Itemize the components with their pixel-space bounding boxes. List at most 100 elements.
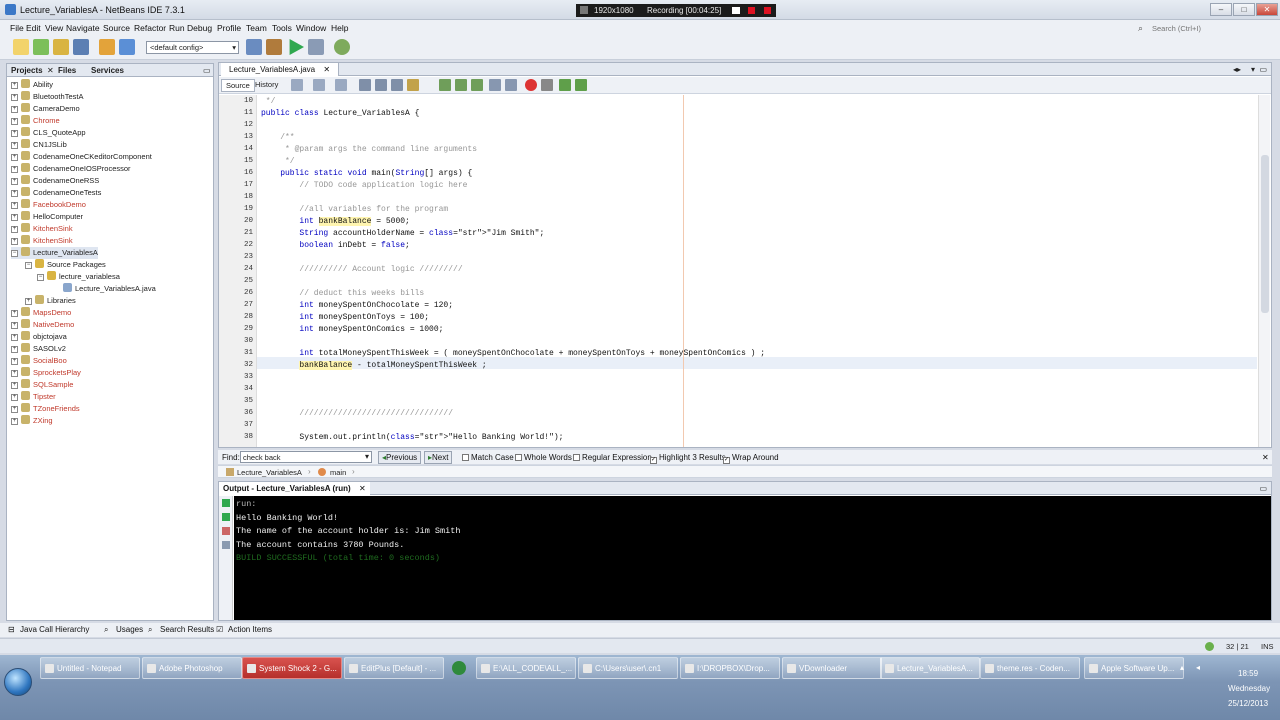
close-icon[interactable]: ✕	[359, 484, 366, 493]
toggle-bookmark-icon[interactable]	[439, 79, 451, 91]
taskbar-task[interactable]: Lecture_VariablesA...	[880, 657, 980, 679]
project-tree-item[interactable]: + CodenameOneRSS	[11, 175, 99, 187]
taskbar-task[interactable]: theme.res - Coden...	[980, 657, 1080, 679]
new-file-icon[interactable]	[13, 39, 29, 55]
record-stop-icon[interactable]	[748, 7, 755, 14]
menu-window[interactable]: Window	[296, 23, 326, 33]
find-previous-button[interactable]: ◂Previous	[378, 451, 422, 464]
menu-team[interactable]: Team	[246, 23, 267, 33]
chevron-down-icon[interactable]: ▾	[365, 452, 369, 461]
project-tree-item[interactable]: − Source Packages	[25, 259, 106, 271]
undo-icon[interactable]	[99, 39, 115, 55]
wrap-checkbox[interactable]: ✓	[723, 457, 730, 464]
uncomment-icon[interactable]	[575, 79, 587, 91]
expand-toggle-icon[interactable]: +	[11, 214, 18, 221]
expand-toggle-icon[interactable]: +	[11, 94, 18, 101]
wrap-option[interactable]: ✓ Wrap Around	[723, 453, 779, 464]
redo-icon[interactable]	[119, 39, 135, 55]
breadcrumb-class[interactable]: Lecture_VariablesA	[237, 468, 302, 477]
expand-toggle-icon[interactable]: +	[11, 334, 18, 341]
shift-left-icon[interactable]	[489, 79, 501, 91]
menu-refactor[interactable]: Refactor	[134, 23, 166, 33]
editor-scrollbar[interactable]	[1258, 95, 1270, 447]
profile-icon[interactable]	[334, 39, 350, 55]
project-tree-item[interactable]: + Ability	[11, 79, 53, 91]
expand-toggle-icon[interactable]: +	[11, 418, 18, 425]
minimize-panel-icon[interactable]: ▭	[203, 66, 211, 75]
taskbar-task[interactable]: Adobe Photoshop	[142, 657, 242, 679]
project-tree-item[interactable]: − lecture_variablesa	[37, 271, 120, 283]
expand-toggle-icon[interactable]: +	[11, 190, 18, 197]
expand-toggle-icon[interactable]: +	[11, 322, 18, 329]
project-tree-item[interactable]: + Libraries	[25, 295, 76, 307]
regex-option[interactable]: Regular Expression	[573, 453, 652, 462]
volume-icon[interactable]: ◂	[1196, 663, 1200, 672]
camera-icon[interactable]	[732, 7, 740, 14]
back-icon[interactable]	[313, 79, 325, 91]
find-icon[interactable]	[359, 79, 371, 91]
tab-nav-icon[interactable]: ◂▸	[1233, 65, 1241, 74]
match-case-checkbox[interactable]	[462, 454, 469, 461]
tray-expand-icon[interactable]: ▴	[1180, 663, 1184, 672]
history-tab[interactable]: History	[255, 80, 278, 89]
close-button[interactable]: ✕	[1256, 3, 1278, 16]
tool-action-items[interactable]: Action Items	[228, 625, 272, 634]
taskbar-task[interactable]: C:\Users\user\.cn1	[578, 657, 678, 679]
tool-usages[interactable]: Usages	[116, 625, 143, 634]
expand-toggle-icon[interactable]: +	[25, 298, 32, 305]
menu-navigate[interactable]: Navigate	[66, 23, 100, 33]
comment-icon[interactable]	[559, 79, 571, 91]
whole-words-option[interactable]: Whole Words	[515, 453, 572, 462]
taskbar-task[interactable]: Apple Software Up...	[1084, 657, 1184, 679]
taskbar-task[interactable]: EditPlus [Default] - ...	[344, 657, 444, 679]
project-tree-item[interactable]: + BluetoothTestA	[11, 91, 83, 103]
project-tree-item[interactable]: + KitchenSink	[11, 223, 73, 235]
expand-toggle-icon[interactable]: +	[11, 82, 18, 89]
project-tree-item[interactable]: + FacebookDemo	[11, 199, 86, 211]
menu-edit[interactable]: Edit	[26, 23, 41, 33]
menu-source[interactable]: Source	[103, 23, 130, 33]
build-icon[interactable]	[246, 39, 262, 55]
close-icon[interactable]: ✕	[47, 66, 54, 75]
output-tab[interactable]: Output - Lecture_VariablesA (run) ✕	[219, 482, 370, 495]
find-input[interactable]: check back ▾	[240, 451, 372, 463]
project-tree-item[interactable]: + objctojava	[11, 331, 67, 343]
project-tree-item[interactable]: − Lecture_VariablesA	[11, 247, 98, 259]
expand-toggle-icon[interactable]: −	[11, 250, 18, 257]
project-tree-item[interactable]: + SASOLv2	[11, 343, 66, 355]
project-tree-item[interactable]: Lecture_VariablesA.java	[63, 283, 156, 295]
project-tree-item[interactable]: + TZoneFriends	[11, 403, 80, 415]
debug-icon[interactable]	[308, 39, 324, 55]
expand-toggle-icon[interactable]: +	[11, 370, 18, 377]
minimize-panel-icon[interactable]: ▭	[1259, 484, 1267, 493]
open-project-icon[interactable]	[53, 39, 69, 55]
stop-macro-icon[interactable]	[541, 79, 553, 91]
config-select[interactable]: <default config> ▾	[146, 41, 239, 54]
expand-toggle-icon[interactable]: +	[11, 202, 18, 209]
menu-profile[interactable]: Profile	[217, 23, 241, 33]
new-project-icon[interactable]	[33, 39, 49, 55]
close-icon[interactable]: ✕	[323, 65, 330, 74]
project-tree-item[interactable]: + Chrome	[11, 115, 60, 127]
tab-projects[interactable]: Projects	[11, 66, 43, 75]
save-all-icon[interactable]	[73, 39, 89, 55]
expand-toggle-icon[interactable]: +	[11, 130, 18, 137]
source-tab[interactable]: Source	[221, 79, 255, 92]
expand-toggle-icon[interactable]: −	[37, 274, 44, 281]
menu-view[interactable]: View	[45, 23, 63, 33]
last-edit-icon[interactable]	[291, 79, 303, 91]
project-tree-item[interactable]: + Tipster	[11, 391, 56, 403]
find-next-button[interactable]: ▸Next	[424, 451, 453, 464]
maximize-icon[interactable]: ▭	[1259, 65, 1267, 74]
expand-toggle-icon[interactable]: +	[11, 226, 18, 233]
toggle-highlight-icon[interactable]	[407, 79, 419, 91]
project-tree-item[interactable]: + SQLSample	[11, 379, 73, 391]
project-tree-item[interactable]: + CN1JSLib	[11, 139, 67, 151]
pinned-app-icon[interactable]	[452, 661, 466, 675]
find-previous-icon[interactable]	[375, 79, 387, 91]
expand-toggle-icon[interactable]: +	[11, 346, 18, 353]
regex-checkbox[interactable]	[573, 454, 580, 461]
scrollbar-thumb[interactable]	[1261, 155, 1269, 313]
output-console[interactable]: run: Hello Banking World! The name of the …	[234, 496, 1271, 620]
menu-file[interactable]: File	[10, 23, 24, 33]
